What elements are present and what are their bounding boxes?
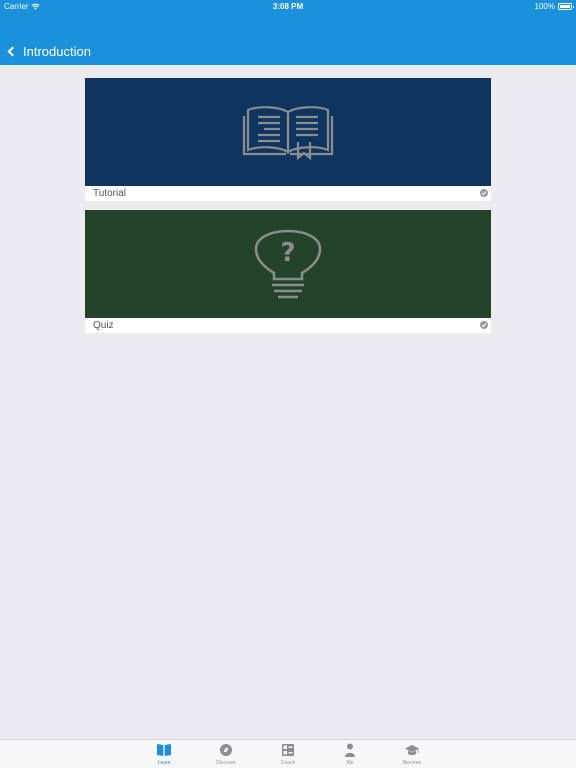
tab-me[interactable]: Me <box>326 743 374 767</box>
tab-bar: Learn Discover Coach Me Become <box>0 739 576 768</box>
tab-label: Learn <box>157 760 171 766</box>
checkmark-icon <box>480 189 488 197</box>
lightbulb-question-icon: ? <box>254 229 322 299</box>
tutorial-card[interactable]: Tutorial <box>85 78 491 201</box>
card-label: Tutorial <box>93 188 126 199</box>
person-icon <box>345 743 355 757</box>
card-label: Quiz <box>93 320 114 331</box>
checklist-icon <box>282 744 294 756</box>
tab-learn[interactable]: Learn <box>140 743 188 767</box>
compass-icon <box>220 744 232 756</box>
open-book-icon <box>242 106 334 160</box>
battery-indicator: 100% <box>534 2 574 11</box>
svg-text:?: ? <box>280 238 295 268</box>
clock: 3:08 PM <box>272 2 304 11</box>
nav-bar: Introduction <box>0 38 91 64</box>
page-title: Introduction <box>23 43 91 59</box>
chevron-left-icon <box>7 46 18 57</box>
status-bar: Carrier 3:08 PM 100% <box>0 0 576 13</box>
back-button[interactable]: Introduction <box>0 44 91 59</box>
tab-coach[interactable]: Coach <box>264 743 312 767</box>
card-footer: Quiz <box>85 318 491 333</box>
quiz-card[interactable]: ? Quiz <box>85 210 491 333</box>
tab-label: Coach <box>280 760 296 766</box>
book-icon <box>157 744 171 756</box>
battery-icon <box>558 3 574 10</box>
card-image: ? <box>85 210 491 318</box>
battery-percent: 100% <box>534 2 555 11</box>
tab-label: Me <box>346 760 354 766</box>
card-footer: Tutorial <box>85 186 491 201</box>
graduation-cap-icon <box>405 745 419 756</box>
tab-label: Become <box>402 760 422 766</box>
tab-discover[interactable]: Discover <box>202 743 250 767</box>
tab-label: Discover <box>216 760 236 766</box>
card-image <box>85 78 491 186</box>
tab-become[interactable]: Become <box>388 743 436 767</box>
checkmark-icon <box>480 321 488 329</box>
navigation-header: Carrier 3:08 PM 100% Introduction <box>0 0 576 65</box>
